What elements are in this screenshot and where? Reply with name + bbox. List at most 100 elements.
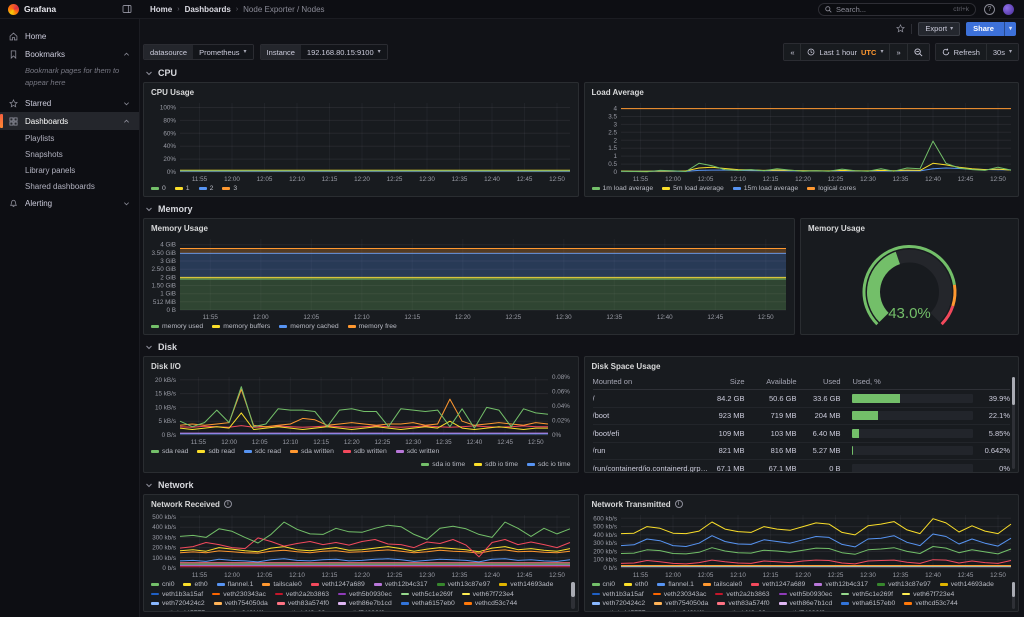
legend-item[interactable]: vetha6157eb0 <box>841 600 895 607</box>
legend-item[interactable]: 1m load average <box>592 185 654 192</box>
legend-item[interactable]: sdc io time <box>527 461 570 468</box>
time-shift-forward-button[interactable]: » <box>889 44 906 60</box>
legend-item[interactable]: tailscale0 <box>703 581 742 588</box>
help-icon[interactable]: ? <box>984 4 995 15</box>
panel-title[interactable]: Memory Usage <box>801 219 1018 234</box>
legend-item[interactable]: vethebf43c29 <box>714 610 766 612</box>
share-button[interactable]: Share ▾ <box>966 22 1016 36</box>
legend-item[interactable]: vethde445777 <box>151 610 205 612</box>
legend-item[interactable]: vethde445777 <box>592 610 646 612</box>
legend-item[interactable]: veth67f723e4 <box>902 591 954 598</box>
legend-item[interactable]: sdb io time <box>474 461 518 468</box>
legend-item[interactable]: eth0 <box>624 581 648 588</box>
sidebar-item-dashboards[interactable]: Dashboards <box>0 112 139 130</box>
section-header-memory[interactable]: Memory <box>145 204 1017 214</box>
legend-item[interactable]: veth2a2b3863 <box>275 591 329 598</box>
network-received-chart[interactable]: 0 b/s100 kb/s200 kb/s300 kb/s400 kb/s500… <box>144 510 578 580</box>
legend-item[interactable]: flannel.1 <box>217 581 254 588</box>
panel-title[interactable]: Network Transmittedi <box>585 495 1019 510</box>
legend-item[interactable]: 5m load average <box>662 185 724 192</box>
legend-item[interactable]: veth12b4c317 <box>374 581 428 588</box>
panel-title[interactable]: Disk I/O <box>144 357 578 372</box>
legend-item[interactable]: veth13c87e97 <box>437 581 491 588</box>
sidebar-item-playlists[interactable]: Playlists <box>0 130 139 146</box>
legend-item[interactable]: 0 <box>151 185 166 192</box>
legend-item[interactable]: veth12b4c317 <box>814 581 868 588</box>
legend-item[interactable]: veth86e7b1cd <box>779 600 833 607</box>
legend-item[interactable]: vethcd53c744 <box>464 600 517 607</box>
legend-item[interactable]: tailscale0 <box>262 581 301 588</box>
breadcrumb-dashboards[interactable]: Dashboards <box>185 5 231 14</box>
legend-item[interactable]: vethcd53c744 <box>904 600 957 607</box>
legend-item[interactable]: sda read <box>151 448 188 455</box>
time-range-picker[interactable]: Last 1 hour UTC ▾ <box>800 44 889 60</box>
legend-item[interactable]: vetha6157eb0 <box>401 600 455 607</box>
legend-item[interactable]: vethf74839f6 <box>334 610 384 612</box>
legend-item[interactable]: 3 <box>222 185 237 192</box>
panel-title[interactable]: Memory Usage <box>144 219 794 234</box>
legend-item[interactable]: memory used <box>151 323 203 330</box>
legend-item[interactable]: memory cached <box>279 323 338 330</box>
time-zoom-out-button[interactable] <box>907 44 929 60</box>
sidebar-item-bookmarks[interactable]: Bookmarks <box>0 45 139 63</box>
legend-item[interactable]: veth67f723e4 <box>462 591 514 598</box>
sidebar-item-home[interactable]: Home <box>0 27 139 45</box>
time-shift-back-button[interactable]: « <box>784 44 800 60</box>
legend-item[interactable]: vethe243f4f1 <box>214 610 264 612</box>
legend-item[interactable]: veth83a574f0 <box>277 600 329 607</box>
table-scrollbar[interactable] <box>1012 377 1016 469</box>
load-average-chart[interactable]: 00.511.522.533.5411:5512:0012:0512:1012:… <box>585 98 1019 184</box>
legend-item[interactable]: sdb read <box>197 448 234 455</box>
legend-item[interactable]: veth230343ac <box>653 591 707 598</box>
share-menu-caret[interactable]: ▾ <box>1004 22 1016 36</box>
sidebar-item-snapshots[interactable]: Snapshots <box>0 146 139 162</box>
legend-item[interactable]: veth5b0930ec <box>779 591 833 598</box>
legend-item[interactable]: veth5b0930ec <box>338 591 392 598</box>
legend-item[interactable]: cni0 <box>151 581 174 588</box>
instance-variable[interactable]: Instance 192.168.80.15:9100▾ <box>260 44 388 60</box>
section-header-network[interactable]: Network <box>145 480 1017 490</box>
panel-title[interactable]: Load Average <box>585 83 1019 98</box>
dock-sidebar-icon[interactable] <box>122 4 132 14</box>
info-icon[interactable]: i <box>224 500 232 508</box>
breadcrumb-home[interactable]: Home <box>150 5 172 14</box>
legend-item[interactable]: veth5c1e269f <box>841 591 893 598</box>
legend-item[interactable]: vethf74839f6 <box>775 610 825 612</box>
memory-usage-chart[interactable]: 0 B512 MiB1 GiB1.50 GiB2 GiB2.50 GiB3 Gi… <box>144 234 794 322</box>
legend-item[interactable]: veth5c1e269f <box>401 591 453 598</box>
grafana-logo-icon[interactable] <box>8 4 19 15</box>
search-input[interactable]: Search... ctrl+k <box>818 3 976 16</box>
sidebar-item-library-panels[interactable]: Library panels <box>0 162 139 178</box>
legend-item[interactable]: 1 <box>175 185 190 192</box>
legend-item[interactable]: veth754050da <box>654 600 708 607</box>
legend-item[interactable]: veth86e7b1cd <box>338 600 392 607</box>
legend-item[interactable]: veth14693ade <box>499 581 553 588</box>
network-transmitted-chart[interactable]: 0 b/s100 kb/s200 kb/s300 kb/s400 kb/s500… <box>585 510 1019 580</box>
legend-item[interactable]: veth13c87e97 <box>877 581 931 588</box>
legend-item[interactable]: veth230343ac <box>212 591 266 598</box>
legend-item[interactable]: vethe243f4f1 <box>655 610 705 612</box>
legend-item[interactable]: veth2a2b3863 <box>715 591 769 598</box>
panel-title[interactable]: Network Receivedi <box>144 495 578 510</box>
legend-item[interactable]: veth720424c2 <box>592 600 646 607</box>
datasource-variable[interactable]: datasource Prometheus▾ <box>143 44 254 60</box>
refresh-button[interactable]: Refresh <box>936 44 986 60</box>
legend-item[interactable]: veth14693ade <box>940 581 994 588</box>
legend-item[interactable]: sda io time <box>421 461 465 468</box>
export-button[interactable]: Export▾ <box>918 22 960 36</box>
legend-item[interactable]: sda written <box>290 448 334 455</box>
panel-title[interactable]: CPU Usage <box>144 83 578 98</box>
star-dashboard-icon[interactable] <box>896 24 905 33</box>
sidebar-item-alerting[interactable]: Alerting <box>0 194 139 212</box>
legend-item[interactable]: memory free <box>348 323 397 330</box>
legend-item[interactable]: memory buffers <box>212 323 270 330</box>
legend-item[interactable]: 2 <box>199 185 214 192</box>
legend-item[interactable]: veth1247a689 <box>311 581 365 588</box>
legend-item[interactable]: sdc written <box>396 448 439 455</box>
disk-io-chart[interactable]: 0 B/s5 kB/s10 kB/s15 kB/s20 kB/s11:5512:… <box>144 372 578 447</box>
legend-item[interactable]: cni0 <box>592 581 615 588</box>
legend-item[interactable]: veth720424c2 <box>151 600 205 607</box>
info-icon[interactable]: i <box>675 500 683 508</box>
legend-item[interactable]: sdc read <box>244 448 281 455</box>
legend-item[interactable]: flannel.1 <box>657 581 694 588</box>
